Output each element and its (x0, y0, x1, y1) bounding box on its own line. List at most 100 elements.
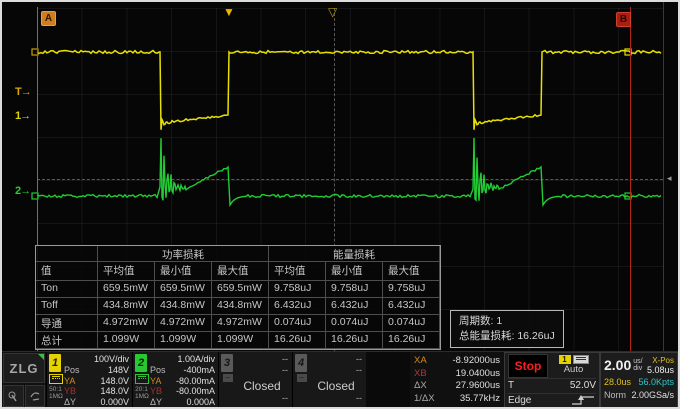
ch2-yb-label: YB (150, 386, 162, 397)
group-header-power: 功率损耗 (98, 246, 269, 262)
arrow-icon: → (20, 110, 30, 122)
timebase-unit-top: us/ (633, 358, 642, 365)
trigger-point-marker-icon[interactable]: ▼ (223, 7, 235, 17)
trigger-panel[interactable]: Stop 1 Auto T52.0V Edge (504, 352, 600, 408)
ch2-position-marker[interactable]: 2→ (15, 185, 30, 197)
total-energy-loss: 总能量损耗: 16.26uJ (459, 329, 555, 344)
side-panel-divider (663, 2, 664, 351)
ch4-dash: -- (356, 393, 362, 404)
ch1-yb: 148.0V (100, 386, 129, 397)
table-cell: 9.758uJ (383, 281, 440, 298)
ch4-status: Closed (310, 379, 362, 393)
col-header: 最小值 (326, 262, 383, 281)
table-cell: 1.099W (155, 332, 212, 349)
dx-value: 27.9600us (456, 380, 500, 393)
trigger-level-label: T (508, 379, 514, 393)
trigger-coupling-icon (573, 355, 589, 364)
table-cell: 4.972mW (212, 315, 269, 332)
col-header: 最小值 (155, 262, 212, 281)
dx-label: ΔX (414, 380, 427, 393)
capture-window: 28.0us (604, 376, 631, 389)
timebase-panel[interactable]: 2.00 us/div X-Pos 5.08us 28.0us56.0Kpts … (600, 352, 678, 408)
table-cell: 659.5mW (212, 281, 269, 298)
ch3-dash: -- (282, 365, 288, 376)
arrow-icon: → (21, 86, 31, 98)
ch1-yb-label: YB (64, 386, 76, 397)
cursor-a-label[interactable]: A (41, 11, 56, 26)
channel-1-panel[interactable]: 1 50:1 1MΩ 100V/div Pos148V YA148.0V YB1… (46, 352, 132, 408)
cursor-b-label[interactable]: B (616, 12, 631, 27)
group-header-energy: 能量损耗 (269, 246, 440, 262)
ch2-pos: -400mA (183, 365, 215, 376)
cursor-b-line[interactable] (630, 7, 631, 352)
status-bar: ZLG 1 50:1 1MΩ 100V/d (2, 351, 678, 408)
ch3-dash: -- (282, 354, 288, 365)
notification-notch (38, 354, 44, 360)
hand-icon (29, 390, 41, 402)
table-cell: 4.972mW (98, 315, 155, 332)
run-stop-button[interactable]: Stop (508, 354, 548, 378)
ch1-scale: 100V/div (94, 354, 129, 365)
xpos-value: 5.08us (647, 365, 674, 375)
brand-logo: ZLG (3, 353, 45, 383)
channel-4-panel[interactable]: 4 – -- -- Closed -- (292, 352, 366, 408)
inv-dx-label: 1/ΔX (414, 393, 435, 406)
acquisition-mode: Norm (604, 389, 626, 402)
table-cell: 16.26uJ (326, 332, 383, 349)
ch2-impedance: 1MΩ (135, 393, 148, 400)
memory-depth: 56.0Kpts (638, 376, 674, 389)
channel-1-tab[interactable]: 1 (49, 354, 61, 372)
col-header: 最大值 (212, 262, 269, 281)
xb-value: 19.0400us (456, 368, 500, 381)
trigger-type: Edge (508, 394, 531, 408)
ch3-status: Closed (236, 379, 288, 393)
channel-4-tab[interactable]: 4 (295, 354, 307, 372)
ch2-ya-label: YA (150, 376, 161, 387)
ch1-position-marker[interactable]: 1→ (15, 110, 30, 122)
table-cell: 434.8mW (212, 298, 269, 315)
table-cell: 659.5mW (155, 281, 212, 298)
ch2-ya: -80.00mA (176, 376, 215, 387)
xpos-label: X-Pos (647, 356, 674, 365)
row-label: 总计 (36, 332, 98, 349)
table-cell: 0.074uJ (383, 315, 440, 332)
xa-value: -8.92000us (452, 355, 500, 368)
timebase-scale: 2.00 (604, 357, 631, 373)
col-header: 值 (36, 262, 98, 281)
ch2-current-trace (37, 138, 661, 205)
power-measurement-table: 功率损耗 能量损耗 值 平均值 最小值 最大值 平均值 最小值 最大值 Ton … (35, 245, 441, 350)
touch-gesture-button[interactable] (3, 385, 24, 407)
touch-lock-button[interactable] (25, 385, 46, 407)
channel-3-tab[interactable]: 3 (221, 354, 233, 372)
cursor-readout-panel: XA -8.92000us XB 19.0400us ΔX 27.9600us 1/Δ… (410, 352, 504, 408)
ch3-coupling-placeholder-icon: – (223, 374, 233, 382)
timebase-unit-bottom: div (633, 365, 642, 372)
col-header: 最大值 (383, 262, 440, 281)
col-header: 平均值 (98, 262, 155, 281)
channel-2-panel[interactable]: 2 20:1 1MΩ 1.00A/div Pos-400mA YA-80.00m… (132, 352, 218, 408)
rising-edge-icon (570, 394, 596, 406)
ch1-ya-label: YA (64, 376, 75, 387)
table-cell: 6.432uJ (383, 298, 440, 315)
channel-2-tab[interactable]: 2 (135, 354, 147, 372)
channel-3-panel[interactable]: 3 – -- -- Closed -- (218, 352, 292, 408)
table-cell: 16.26uJ (383, 332, 440, 349)
row-label: Ton (36, 281, 98, 298)
xb-label: XB (414, 368, 427, 381)
table-cell: 6.432uJ (269, 298, 326, 315)
ch1-dc-coupling-icon (49, 374, 63, 384)
touch-icon (7, 390, 19, 402)
row-label: 导通 (36, 315, 98, 332)
ch1-dy-label: ΔY (64, 397, 76, 408)
xa-label: XA (414, 355, 427, 368)
arrow-icon: → (20, 185, 30, 197)
ch2-dy-label: ΔY (150, 397, 162, 408)
ch2-yb: -80.00mA (176, 386, 215, 397)
ch1-pos-label: Pos (64, 365, 80, 376)
menu-collapse-arrow-icon[interactable]: ◂ (667, 173, 672, 184)
table-cell: 1.099W (98, 332, 155, 349)
trigger-level-marker[interactable]: T→ (15, 86, 31, 98)
trigger-center-marker-icon[interactable]: ▽ (328, 7, 337, 17)
table-cell: 9.758uJ (269, 281, 326, 298)
cycle-summary-tooltip: 周期数: 1 总能量损耗: 16.26uJ (450, 310, 564, 348)
